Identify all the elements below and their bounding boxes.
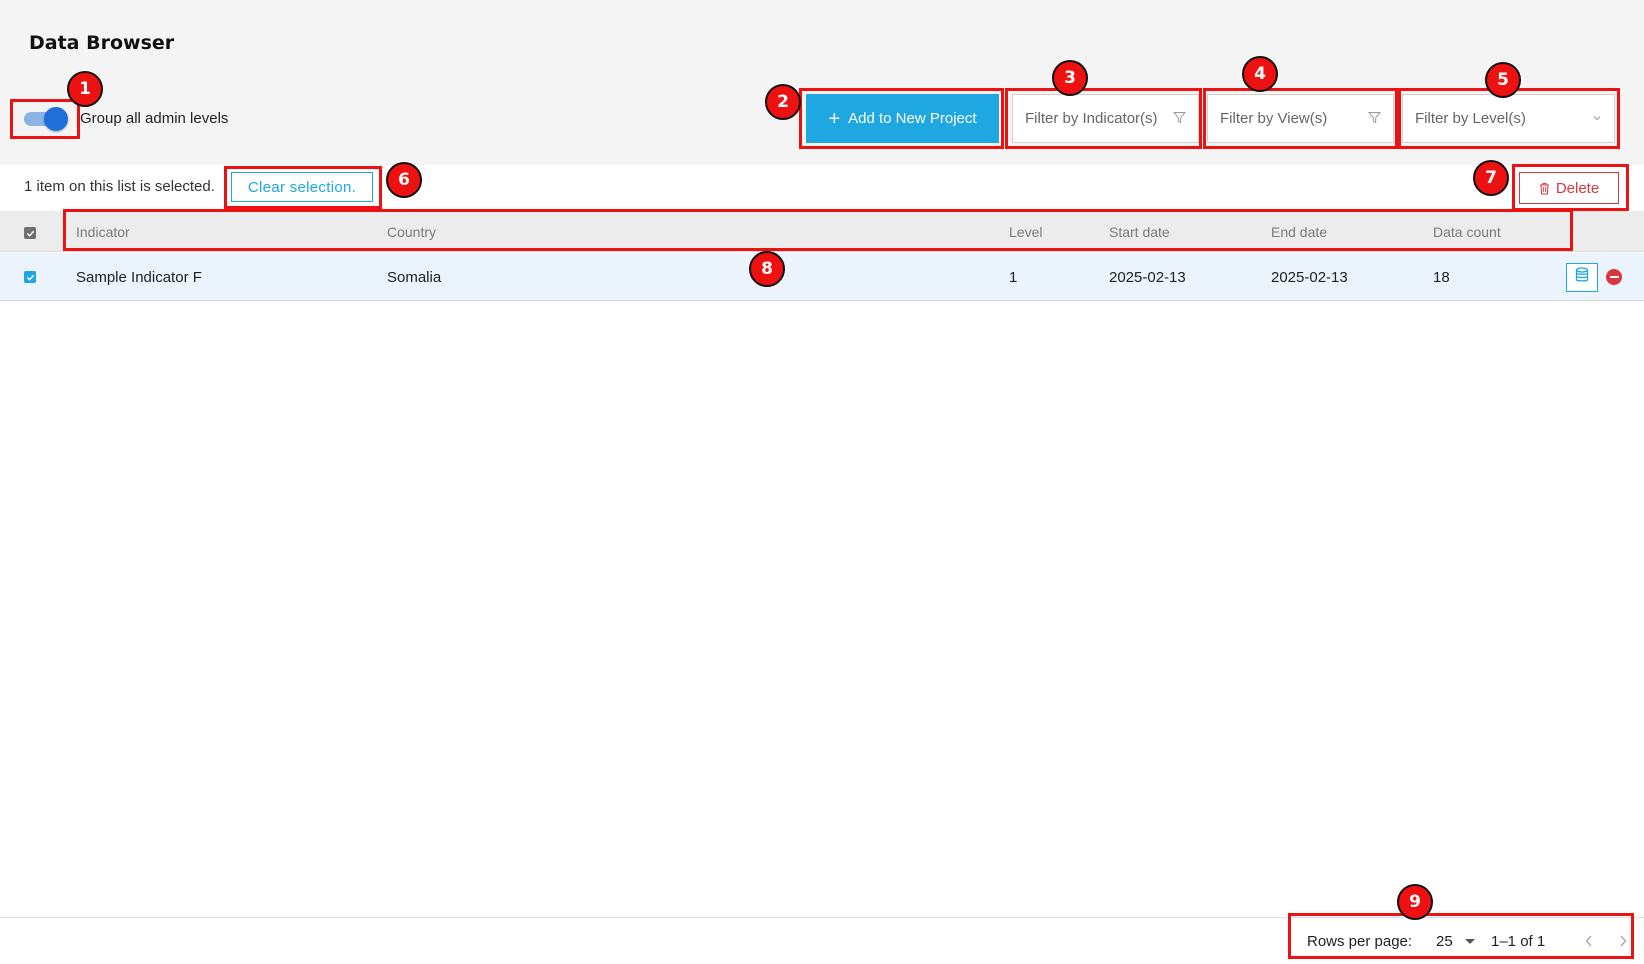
database-icon [1575,267,1589,288]
table-row[interactable]: Sample Indicator F Somalia 1 2025-02-13 … [0,253,1644,301]
column-header-start-date[interactable]: Start date [1109,224,1170,240]
add-button-label: Add to New Project [848,110,977,127]
select-all-checkbox[interactable] [24,227,36,239]
cell-indicator: Sample Indicator F [76,269,202,286]
filter-view-placeholder: Filter by View(s) [1220,110,1328,127]
annotation-badge-6: 6 [386,162,422,198]
annotation-badge-7: 7 [1473,160,1509,196]
selection-status-text: 1 item on this list is selected. [24,178,215,195]
column-header-indicator[interactable]: Indicator [76,224,130,240]
chevron-down-icon [1592,111,1602,126]
page-title: Data Browser [29,32,175,54]
table-header: Indicator Country Level Start date End d… [0,211,1644,252]
cell-level: 1 [1009,269,1018,286]
column-header-end-date[interactable]: End date [1271,224,1327,240]
annotation-badge-8: 8 [749,251,785,287]
annotation-badge-3: 3 [1052,60,1088,96]
delete-button[interactable]: Delete [1519,172,1619,204]
delete-label: Delete [1555,179,1600,197]
funnel-icon [1367,111,1382,127]
annotation-badge-5: 5 [1485,62,1521,98]
rows-per-page-label: Rows per page: [1307,933,1413,950]
trash-icon [1539,182,1550,195]
rows-per-page-value: 25 [1436,933,1453,950]
chevron-left-icon[interactable] [1579,930,1599,952]
cell-country: Somalia [387,269,442,286]
column-header-level[interactable]: Level [1009,224,1042,240]
filter-by-view-select[interactable]: Filter by View(s) [1207,94,1394,143]
cell-start-date: 2025-02-13 [1109,269,1186,286]
toggle-label: Group all admin levels [80,110,229,127]
column-header-data-count[interactable]: Data count [1433,224,1501,240]
plus-icon: + [828,107,841,130]
cell-data-count: 18 [1433,269,1450,286]
clear-selection-button[interactable]: Clear selection. [231,172,373,202]
toggle-knob [44,107,68,131]
annotation-badge-4: 4 [1242,56,1278,92]
group-admin-levels-toggle[interactable] [22,107,70,131]
cell-end-date: 2025-02-13 [1271,269,1348,286]
remove-row-icon[interactable] [1606,269,1622,285]
row-checkbox[interactable] [24,271,36,283]
filter-indicator-placeholder: Filter by Indicator(s) [1025,110,1158,127]
caret-down-icon [1464,939,1475,944]
rows-per-page-select[interactable]: 25 [1436,933,1475,950]
chevron-right-icon[interactable] [1613,930,1633,952]
filter-by-level-select[interactable]: Filter by Level(s) [1402,94,1615,143]
annotation-badge-2: 2 [765,84,801,120]
annotation-badge-1: 1 [67,71,103,107]
view-data-button[interactable] [1566,263,1598,292]
filter-level-placeholder: Filter by Level(s) [1415,110,1526,127]
funnel-icon [1172,111,1187,127]
column-header-country[interactable]: Country [387,224,436,240]
page-range-text: 1–1 of 1 [1491,933,1546,950]
annotation-badge-9: 9 [1397,884,1433,920]
filter-by-indicator-select[interactable]: Filter by Indicator(s) [1012,94,1199,143]
add-to-new-project-button[interactable]: + Add to New Project [806,94,999,143]
footer-divider [0,917,1644,918]
